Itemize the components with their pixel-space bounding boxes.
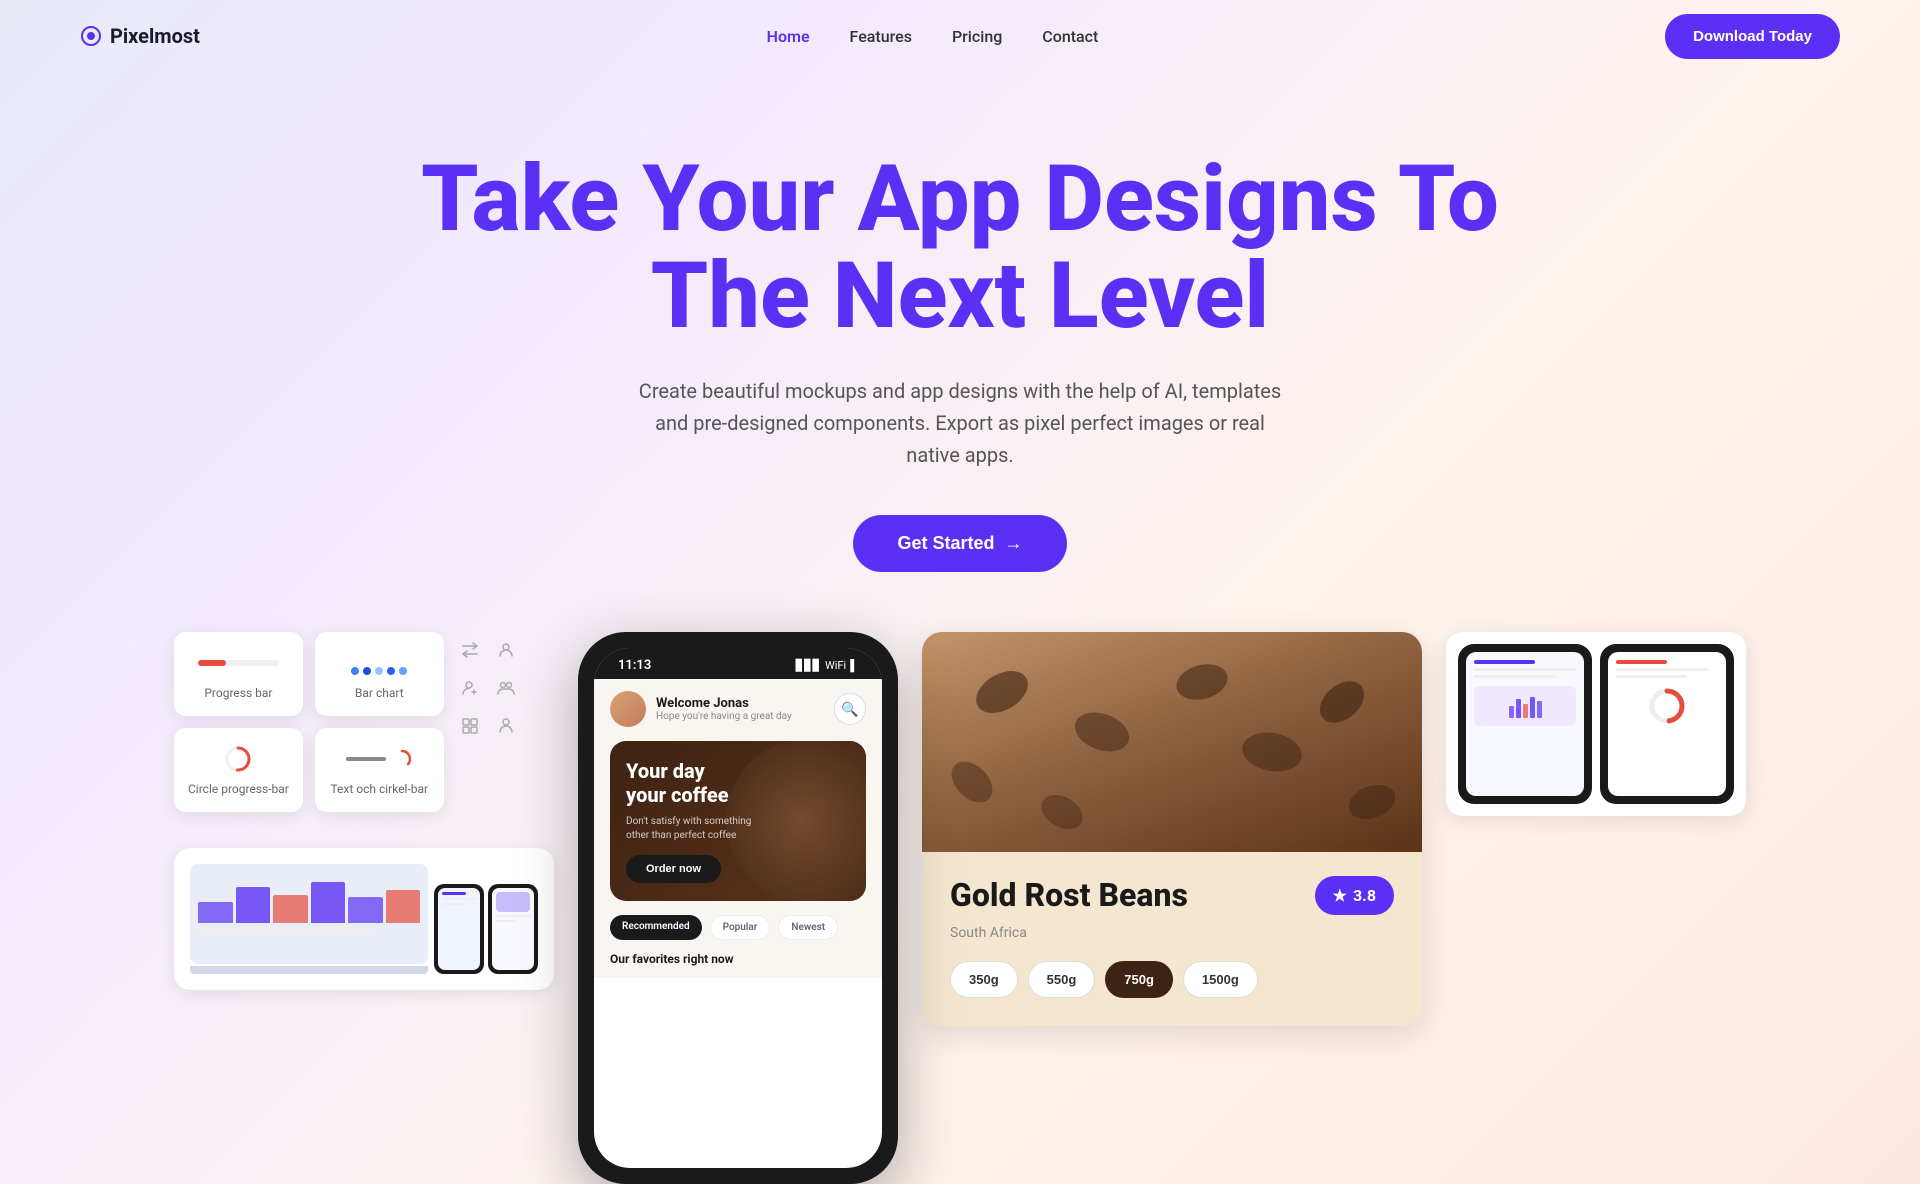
icon-row-3: [456, 712, 520, 740]
get-started-label: Get Started: [897, 533, 994, 554]
mockups-section: Progress bar B: [0, 632, 1920, 1184]
battery-icon: ▌: [850, 659, 858, 672]
phone-collage-card: [1446, 632, 1746, 816]
text-circle-bar-label: Text och cirkel-bar: [330, 782, 428, 796]
collage-phone-1: [1458, 644, 1592, 804]
size-350g[interactable]: 350g: [950, 961, 1018, 998]
bar-chart-visual: [329, 648, 430, 678]
coffee-title: Your day your coffee: [626, 759, 756, 807]
product-info-area: Gold Rost Beans ★ 3.8 South Africa 350g …: [922, 852, 1422, 1026]
phone-search-button[interactable]: 🔍: [834, 693, 866, 725]
device-mockups-card: [174, 848, 554, 990]
welcome-text: Welcome Jonas Hope you're having a great…: [656, 696, 792, 722]
phone-collage-section: [1446, 632, 1746, 828]
phone-screen: 11:13 ▊▊▊ WiFi ▌ Welcome Jonas: [594, 648, 882, 1168]
status-time: 11:13: [618, 658, 651, 673]
signal-icon: ▊▊▊: [796, 659, 821, 672]
hero-subtitle: Create beautiful mockups and app designs…: [630, 375, 1290, 471]
icons-column: [456, 632, 520, 740]
nav-features[interactable]: Features: [850, 27, 912, 46]
text-circle-bar-visual: [329, 744, 430, 774]
phone-collage-phones: [1458, 644, 1734, 804]
welcome-user: Welcome Jonas Hope you're having a great…: [610, 691, 792, 727]
swap-icon: [456, 636, 484, 664]
product-name: Gold Rost Beans: [950, 876, 1188, 914]
small-phone-mockups: [434, 884, 538, 974]
phone-content: Welcome Jonas Hope you're having a great…: [594, 679, 882, 978]
product-header: Gold Rost Beans ★ 3.8: [950, 876, 1394, 915]
logo-text: Pixelmost: [110, 24, 200, 48]
product-origin: South Africa: [950, 925, 1394, 941]
download-today-button[interactable]: Download Today: [1665, 14, 1840, 59]
phone-mockup-wrapper: 11:13 ▊▊▊ WiFi ▌ Welcome Jonas: [578, 632, 898, 1184]
group-icon: [492, 636, 520, 664]
coffee-text: Your day your coffee Don't satisfy with …: [626, 759, 756, 883]
collage-phone-2: [1600, 644, 1734, 804]
get-started-button[interactable]: Get Started →: [853, 515, 1066, 572]
coffee-hero-card: Your day your coffee Don't satisfy with …: [610, 741, 866, 901]
text-circle-bar-card: Text och cirkel-bar: [315, 728, 444, 812]
nav-pricing[interactable]: Pricing: [952, 27, 1002, 46]
bar-chart-label: Bar chart: [355, 686, 404, 700]
users-icon: [492, 674, 520, 702]
welcome-row: Welcome Jonas Hope you're having a great…: [610, 691, 866, 727]
ui-components-panel: Progress bar B: [174, 632, 554, 990]
order-now-button[interactable]: Order now: [626, 855, 721, 883]
progress-bar-card: Progress bar: [174, 632, 303, 716]
progress-bar-visual: [188, 648, 289, 678]
welcome-name: Welcome Jonas: [656, 696, 792, 711]
logo-icon: [80, 25, 102, 47]
icon-row-1: [456, 636, 520, 664]
wifi-icon: WiFi: [825, 659, 846, 672]
circle-progress-card: Circle progress-bar: [174, 728, 303, 812]
bar-chart-card: Bar chart: [315, 632, 444, 716]
status-icons: ▊▊▊ WiFi ▌: [796, 659, 858, 672]
rating-value: 3.8: [1353, 886, 1376, 905]
logo[interactable]: Pixelmost: [80, 24, 200, 48]
arrow-icon: →: [1005, 533, 1023, 554]
hero-section: Take Your App Designs To The Next Level …: [0, 72, 1920, 632]
progress-bar-label: Progress bar: [204, 686, 272, 700]
size-options: 350g 550g 750g 1500g: [950, 961, 1394, 998]
phone-status-bar: 11:13 ▊▊▊ WiFi ▌: [594, 648, 882, 679]
hero-title: Take Your App Designs To The Next Level: [410, 152, 1510, 345]
product-card: Gold Rost Beans ★ 3.8 South Africa 350g …: [922, 632, 1422, 1026]
add-user-icon: [456, 674, 484, 702]
tab-newest[interactable]: Newest: [778, 915, 838, 940]
laptop-screen-preview: [190, 864, 428, 964]
nav-home[interactable]: Home: [767, 27, 810, 46]
ui-components-grid: Progress bar B: [174, 632, 444, 812]
size-1500g[interactable]: 1500g: [1183, 961, 1258, 998]
icon-row-2: [456, 674, 520, 702]
star-icon: ★: [1333, 886, 1347, 905]
tab-popular[interactable]: Popular: [710, 915, 771, 940]
grid-icon: [456, 712, 484, 740]
nav-contact[interactable]: Contact: [1042, 27, 1098, 46]
tab-recommended[interactable]: Recommended: [610, 915, 702, 940]
phone-tabs: Recommended Popular Newest: [610, 915, 866, 940]
rating-badge: ★ 3.8: [1315, 876, 1394, 915]
welcome-sub: Hope you're having a great day: [656, 711, 792, 722]
nav-links: Home Features Pricing Contact: [767, 27, 1099, 46]
navbar: Pixelmost Home Features Pricing Contact …: [0, 0, 1920, 72]
coffee-subtitle: Don't satisfy with something other than …: [626, 815, 756, 843]
size-550g[interactable]: 550g: [1028, 961, 1096, 998]
favorites-label: Our favorites right now: [610, 952, 866, 966]
size-750g[interactable]: 750g: [1105, 961, 1173, 998]
circle-progress-visual: [188, 744, 289, 774]
beans-image-area: [922, 632, 1422, 852]
user-avatar: [610, 691, 646, 727]
people-icon: [492, 712, 520, 740]
phone-mockup: 11:13 ▊▊▊ WiFi ▌ Welcome Jonas: [578, 632, 898, 1184]
circle-progress-label: Circle progress-bar: [188, 782, 289, 796]
